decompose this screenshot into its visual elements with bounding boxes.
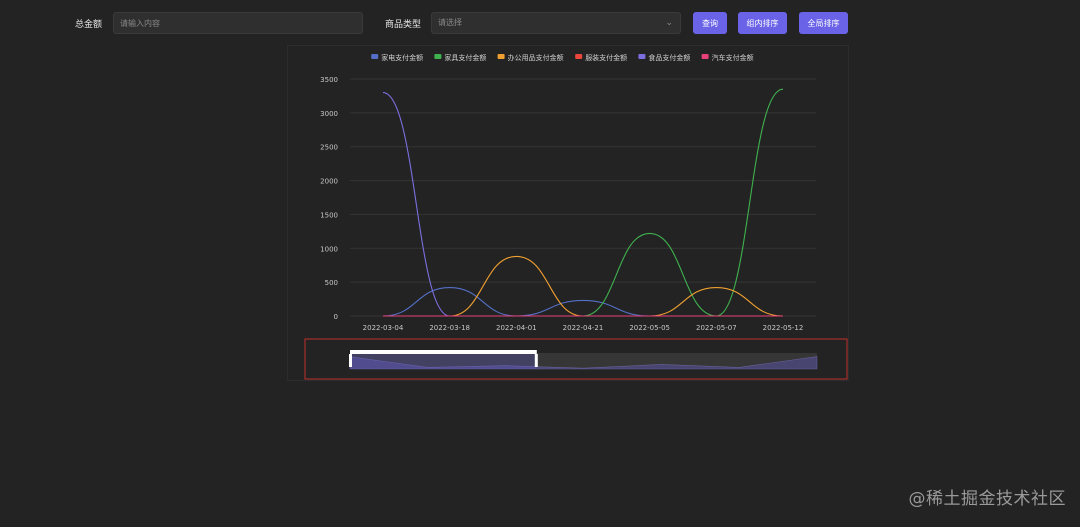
series-line [382, 287, 783, 317]
y-tick-label: 1500 [320, 211, 338, 219]
legend-label: 家具支付金额 [444, 53, 486, 62]
y-tick-label: 500 [325, 279, 338, 287]
legend-swatch [497, 54, 505, 59]
legend-swatch [638, 54, 646, 59]
line-chart: 家电支付金额 家具支付金额 办公用品支付金额 服装支付金额 食品支付金额 汽车支付金额 0… [304, 53, 848, 380]
legend-swatch [701, 54, 709, 59]
x-tick-label: 2022-04-01 [496, 324, 537, 332]
zoom-handle-right[interactable] [534, 354, 538, 367]
page: 总金额 商品类型 请选择 ⌄ 查询 组内排序 全局排序 家电支付金额家具支付金额… [0, 0, 1080, 527]
x-tick-label: 2022-04-21 [563, 324, 604, 332]
x-tick-label: 2022-05-12 [763, 324, 804, 332]
x-tick-label: 2022-03-04 [363, 324, 404, 332]
chart-legend: 家电支付金额 家具支付金额 办公用品支付金额 服装支付金额 食品支付金额 汽车支付金额 [371, 53, 754, 62]
x-axis-ticks: 2022-03-04 2022-03-18 2022-04-01 2022-04-21… [363, 324, 804, 332]
y-tick-label: 2000 [320, 178, 338, 186]
y-tick-label: 3000 [320, 110, 338, 118]
chart-grid [350, 78, 816, 317]
legend-label: 办公用品支付金额 [508, 53, 564, 62]
y-tick-label: 1000 [320, 245, 338, 253]
legend-label: 汽车支付金额 [712, 53, 754, 62]
x-tick-label: 2022-05-07 [696, 324, 737, 332]
y-tick-label: 3500 [320, 76, 338, 84]
legend-label: 服装支付金额 [585, 53, 627, 62]
legend-label: 食品支付金额 [648, 53, 690, 62]
legend-swatch [575, 54, 583, 59]
legend-label: 家电支付金额 [381, 53, 423, 62]
zoom-handle-left[interactable] [349, 354, 352, 367]
y-tick-label: 2500 [320, 144, 338, 152]
y-axis-ticks: 0 500 1000 1500 2000 2500 3000 3500 [320, 76, 338, 321]
watermark: @稀土掘金技术社区 [908, 489, 1066, 509]
series-line [382, 255, 784, 317]
legend-swatch [434, 54, 442, 59]
x-tick-label: 2022-03-18 [429, 324, 470, 332]
legend-swatch [371, 54, 379, 59]
data-zoom[interactable] [304, 338, 848, 380]
zoom-range-bar [350, 350, 537, 354]
x-tick-label: 2022-05-05 [629, 324, 670, 332]
zoom-selected-range [350, 353, 537, 369]
y-tick-label: 0 [334, 313, 338, 321]
